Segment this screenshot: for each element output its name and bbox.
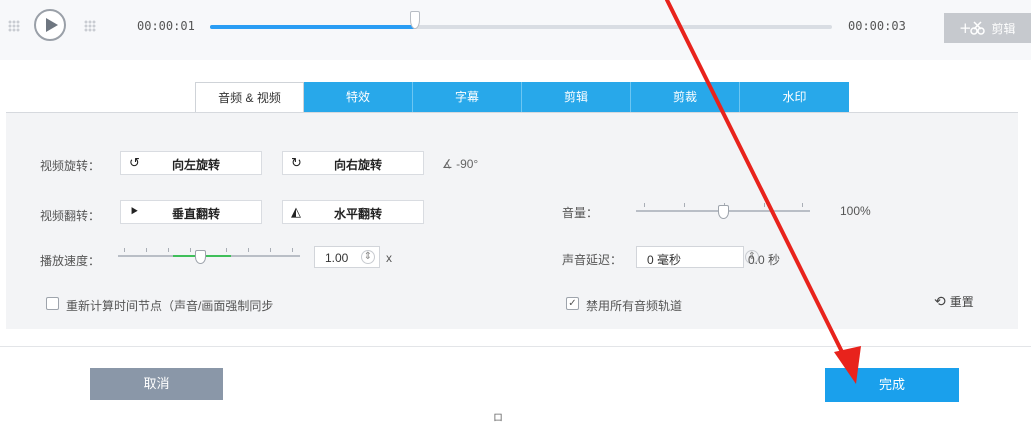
rotate-right-label: 向右旋转 [333,158,382,172]
play-button[interactable] [34,9,66,41]
reset-icon: ⟲ [934,293,946,309]
grip-icon-right [84,20,96,32]
rotate-label: 视频旋转： [40,159,101,173]
speed-slider[interactable] [118,248,300,264]
speed-tick [270,248,271,252]
tab-subtitles[interactable]: 字幕 [413,82,522,112]
disable-audio-checkbox[interactable]: ✓ [566,297,579,310]
tab-crop[interactable]: 剪裁 [631,82,740,112]
total-time: 00:00:03 [848,19,906,33]
volume-slider[interactable] [636,203,810,219]
audio-delay-seconds: 0.0 秒 [748,253,781,267]
footer-mark: ロ [493,413,503,423]
speed-tick [248,248,249,252]
volume-tick [802,203,803,207]
tab-audio-video[interactable]: 音频 & 视频 [195,82,304,112]
tab-effects[interactable]: 特效 [304,82,413,112]
speed-tick [226,248,227,252]
volume-tick [764,203,765,207]
audio-delay-input[interactable]: 0 毫秒 ⇕ [636,246,759,268]
volume-tick [684,203,685,207]
speed-tick [190,248,191,252]
disable-audio-label: 禁用所有音频轨道 [586,299,683,313]
cancel-button[interactable]: 取消 [90,368,223,400]
speed-value: 1.00 [325,251,349,265]
play-icon [46,18,58,32]
volume-knob[interactable] [718,205,729,219]
tab-edit[interactable]: 剪辑 [522,82,631,112]
speed-tick [168,248,169,252]
speed-tick [124,248,125,252]
cut-button[interactable]: + 剪辑 [944,13,1031,43]
speed-input[interactable]: 1.00 ⇕ [314,246,380,268]
flip-horizontal-label: 水平翻转 [333,207,382,221]
timeline-track[interactable] [210,11,832,29]
flip-horizontal-button[interactable]: ◭ 水平翻转 [282,200,424,224]
flip-vertical-label: 垂直翻转 [171,207,220,221]
current-time: 00:00:01 [137,19,195,33]
speed-tick [292,248,293,252]
rotate-left-label: 向左旋转 [171,158,220,172]
timeline-progress [210,25,416,29]
flip-vertical-button[interactable]: ⯈ 垂直翻转 [120,200,262,224]
rotation-angle: ∡ -90° [442,157,479,171]
rotate-right-button[interactable]: ↻ 向右旋转 [282,151,424,175]
player-bar: 00:00:01 00:00:03 + 剪辑 [0,0,1031,60]
grip-icon [8,20,20,32]
svg-text:+: + [959,20,972,36]
volume-tick [644,203,645,207]
volume-value: 100% [840,204,871,218]
recalc-checkbox[interactable] [46,297,59,310]
tab-watermark[interactable]: 水印 [740,82,849,112]
reset-button[interactable]: ⟲ 重置 [934,293,974,310]
scissors-icon: + [959,20,986,36]
video-edit-dialog: 00:00:01 00:00:03 + 剪辑 音频 & 视频 特效 字幕 剪辑 … [0,0,1031,423]
timeline-handle[interactable] [410,11,421,29]
spinner-icon[interactable]: ⇕ [361,250,375,264]
settings-panel: 视频旋转： ↺ 向左旋转 ↻ 向右旋转 ∡ -90° 视频翻转： ⯈ 垂直翻转 … [6,112,1018,329]
volume-label: 音量： [562,206,599,220]
tab-bar: 音频 & 视频 特效 字幕 剪辑 剪裁 水印 [195,82,849,112]
audio-delay-value: 0 毫秒 [647,253,682,267]
recalc-label: 重新计算时间节点（声音/画面强制同步 [66,299,274,313]
speed-unit: x [386,251,392,265]
reset-label: 重置 [949,295,974,309]
speed-tick [146,248,147,252]
audio-delay-label: 声音延迟： [562,253,623,267]
speed-knob[interactable] [194,250,206,264]
flip-label: 视频翻转： [40,209,101,223]
cut-button-label: 剪辑 [991,21,1016,36]
footer-divider [0,346,1031,347]
done-button[interactable]: 完成 [825,368,959,402]
rotate-left-button[interactable]: ↺ 向左旋转 [120,151,262,175]
speed-label: 播放速度： [40,254,101,268]
